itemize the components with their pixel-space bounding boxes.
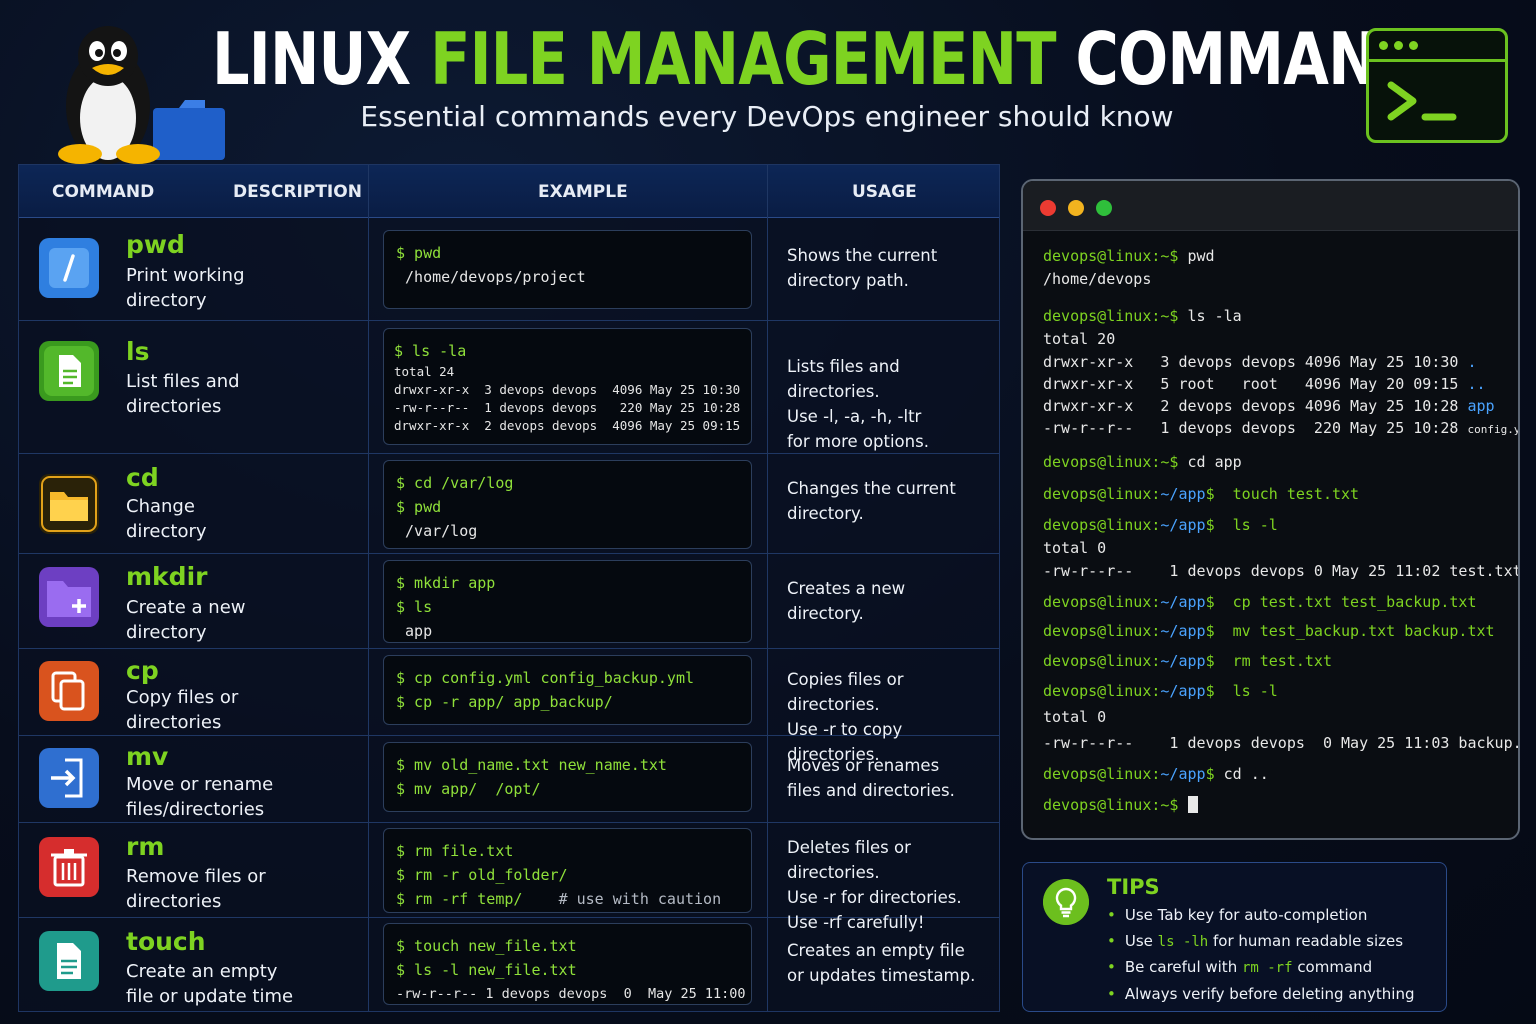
example-box: $ cp config.yml config_backup.yml $ cp -… (383, 655, 752, 725)
tip-item: Use Tab key for auto-completion (1107, 903, 1415, 929)
terminal-line: devops@linux:~/app$ ls -l (1043, 516, 1278, 534)
command-description: Copy files or directories (126, 687, 239, 733)
command-name: cd (126, 463, 159, 492)
table-row: ls List files and directories $ ls -la to… (19, 321, 999, 454)
terminal-line: devops@linux:~$ cd app (1043, 453, 1242, 471)
usage-text: Moves or renames files and directories. (787, 756, 955, 800)
terminal-line: devops@linux:~/app$ rm test.txt (1043, 652, 1332, 670)
table-row: mv Move or rename files/directories $ mv … (19, 736, 999, 823)
file-icon (39, 931, 99, 991)
folder-path-icon (39, 238, 99, 298)
table-row: cp Copy files or directories $ cp config.… (19, 649, 999, 764)
page-subtitle: Essential commands every DevOps engineer… (360, 100, 1174, 133)
example-box: $ ls -la total 24 drwxr-xr-x 3 devops de… (383, 328, 752, 445)
example-box: $ cd /var/log $ pwd /var/log (383, 460, 752, 549)
terminal-line: -rw-r--r-- 1 devops devops 220 May 25 10… (1043, 419, 1520, 437)
usage-text: Creates an empty file or updates timestam… (787, 941, 976, 985)
folder-plus-icon (39, 567, 99, 627)
table-row: rm Remove files or directories $ rm file.… (19, 823, 999, 932)
command-name: mv (126, 742, 169, 771)
terminal-titlebar (1023, 181, 1518, 231)
terminal-line: devops@linux:~$ ls -la (1043, 307, 1242, 325)
command-description: List files and directories (126, 371, 240, 417)
terminal-line: total 20 (1043, 330, 1116, 348)
command-name: pwd (126, 230, 185, 259)
command-name: touch (126, 927, 206, 956)
move-icon (39, 748, 99, 808)
close-icon[interactable] (1040, 200, 1056, 216)
command-description: Move or rename files/directories (126, 774, 274, 820)
table-row: pwd Print working directory $ pwd /home/d… (19, 218, 999, 321)
command-description: Print working directory (126, 265, 245, 311)
folder-icon (39, 474, 99, 534)
tip-item: Be careful with rm -rf command (1107, 955, 1415, 982)
trash-icon (39, 837, 99, 897)
terminal-line: -rw-r--r-- 1 devops devops 0 May 25 11:0… (1043, 734, 1520, 752)
terminal-line: total 0 (1043, 539, 1107, 557)
terminal-logo-icon (1366, 28, 1508, 143)
terminal-line: devops@linux:~/app$ cp test.txt test_bac… (1043, 593, 1477, 611)
command-name: ls (126, 337, 150, 366)
command-description: Remove files or directories (126, 866, 266, 912)
tips-title: TIPS (1107, 875, 1160, 899)
terminal-line: -rw-r--r-- 1 devops devops 0 May 25 11:0… (1043, 562, 1520, 580)
usage-text: Changes the current directory. (787, 479, 956, 523)
terminal-window[interactable]: devops@linux:~$ pwd /home/devops devops@… (1021, 179, 1520, 840)
tux-penguin-icon (58, 26, 225, 164)
terminal-line: total 0 (1043, 708, 1107, 726)
terminal-line: devops@linux:~/app$ mv test_backup.txt b… (1043, 622, 1495, 640)
terminal-line: drwxr-xr-x 5 root root 4096 May 20 09:15… (1043, 375, 1486, 393)
example-box: $ mkdir app $ ls app (383, 560, 752, 643)
terminal-line: devops@linux:~/app$ ls -l (1043, 682, 1278, 700)
command-description: Change directory (126, 496, 207, 542)
tips-list: Use Tab key for auto-completion Use ls -… (1107, 903, 1415, 1007)
command-name: rm (126, 832, 165, 861)
table-header: COMMAND DESCRIPTION EXAMPLE USAGE (19, 165, 999, 218)
command-name: cp (126, 656, 159, 685)
table-row: cd Change directory $ cd /var/log $ pwd /… (19, 454, 999, 554)
lightbulb-icon (1043, 879, 1089, 925)
example-box: $ mv old_name.txt new_name.txt $ mv app/… (383, 742, 752, 812)
terminal-line: devops@linux:~/app$ cd .. (1043, 765, 1269, 783)
tip-item: Always verify before deleting anything (1107, 982, 1415, 1008)
minimize-icon[interactable] (1068, 200, 1084, 216)
header-description: DESCRIPTION (233, 182, 362, 202)
example-box: $ touch new_file.txt $ ls -l new_file.tx… (383, 923, 752, 1005)
page-title: LINUX FILE MANAGEMENT COMMANDS (212, 17, 1467, 101)
header-example: EXAMPLE (538, 182, 628, 202)
header-usage: USAGE (852, 182, 917, 202)
command-description: Create a new directory (126, 597, 246, 643)
terminal-line: devops@linux:~$ pwd (1043, 247, 1215, 265)
terminal-line: drwxr-xr-x 2 devops devops 4096 May 25 1… (1043, 397, 1495, 415)
commands-table: COMMAND DESCRIPTION EXAMPLE USAGE pwd Pr… (18, 164, 1000, 1012)
terminal-line: /home/devops (1043, 270, 1152, 288)
example-box: $ rm file.txt $ rm -r old_folder/ $ rm -… (383, 828, 752, 913)
maximize-icon[interactable] (1096, 200, 1112, 216)
usage-text: Shows the current directory path. (787, 246, 938, 290)
tips-panel: TIPS Use Tab key for auto-completion Use… (1022, 862, 1447, 1012)
command-description: Create an empty file or update time (126, 961, 294, 1007)
document-icon (39, 341, 99, 401)
table-row: touch Create an empty file or update time… (19, 918, 999, 1011)
example-box: $ pwd /home/devops/project (383, 230, 752, 309)
terminal-line: devops@linux:~/app$ touch test.txt (1043, 485, 1360, 503)
cursor (1187, 796, 1198, 813)
copy-icon (39, 661, 99, 721)
terminal-line: drwxr-xr-x 3 devops devops 4096 May 25 1… (1043, 353, 1477, 371)
usage-text: Creates a new directory. (787, 579, 906, 623)
command-name: mkdir (126, 562, 208, 591)
terminal-prompt-line[interactable]: devops@linux:~$ (1043, 796, 1198, 814)
usage-text: Lists files and directories. Use -l, -a, … (787, 357, 929, 451)
tip-item: Use ls -lh for human readable sizes (1107, 929, 1415, 956)
header-command: COMMAND (52, 182, 155, 202)
table-row: mkdir Create a new directory $ mkdir app … (19, 554, 999, 649)
